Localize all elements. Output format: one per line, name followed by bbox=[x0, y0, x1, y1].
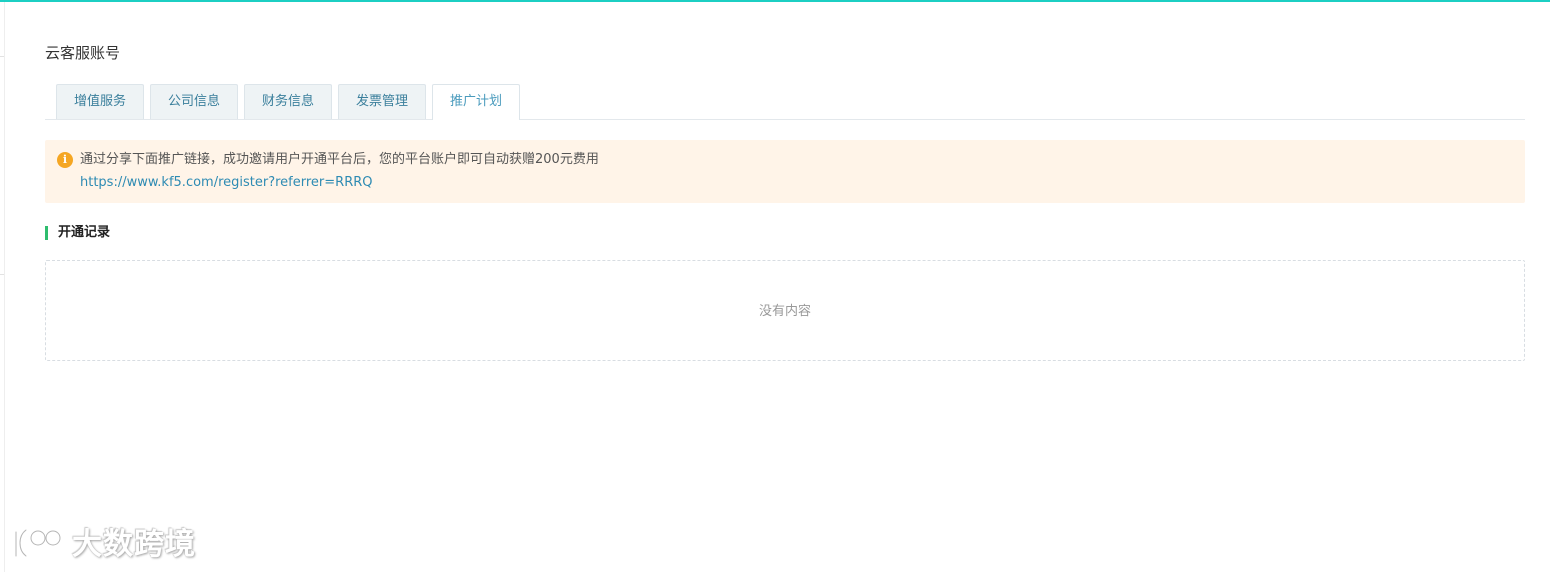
section-accent-bar bbox=[45, 226, 48, 240]
tab-finance-info[interactable]: 财务信息 bbox=[244, 84, 332, 119]
watermark-logo-icon bbox=[13, 527, 63, 559]
tab-invoice-management[interactable]: 发票管理 bbox=[338, 84, 426, 119]
records-empty-state: 没有内容 bbox=[45, 260, 1525, 361]
referral-link[interactable]: https://www.kf5.com/register?referrer=RR… bbox=[80, 174, 373, 192]
left-panel-edge bbox=[4, 2, 5, 572]
page-title: 云客服账号 bbox=[45, 44, 121, 62]
section-title: 开通记录 bbox=[58, 225, 111, 240]
left-panel-divider bbox=[0, 274, 4, 275]
tab-promotion-plan[interactable]: 推广计划 bbox=[432, 84, 520, 120]
tab-value-added-services[interactable]: 增值服务 bbox=[56, 84, 144, 119]
info-icon: i bbox=[57, 152, 73, 168]
tab-bar-underline bbox=[45, 119, 1525, 120]
watermark-text: 大数跨境 bbox=[72, 527, 196, 562]
promotion-notice: i 通过分享下面推广链接，成功邀请用户开通平台后，您的平台账户即可自动获赠200… bbox=[45, 140, 1525, 203]
left-panel-divider bbox=[0, 56, 4, 57]
tab-company-info[interactable]: 公司信息 bbox=[150, 84, 238, 119]
top-accent-bar bbox=[0, 0, 1550, 2]
notice-message: 通过分享下面推广链接，成功邀请用户开通平台后，您的平台账户即可自动获赠200元费… bbox=[80, 152, 599, 167]
empty-message: 没有内容 bbox=[758, 304, 811, 319]
